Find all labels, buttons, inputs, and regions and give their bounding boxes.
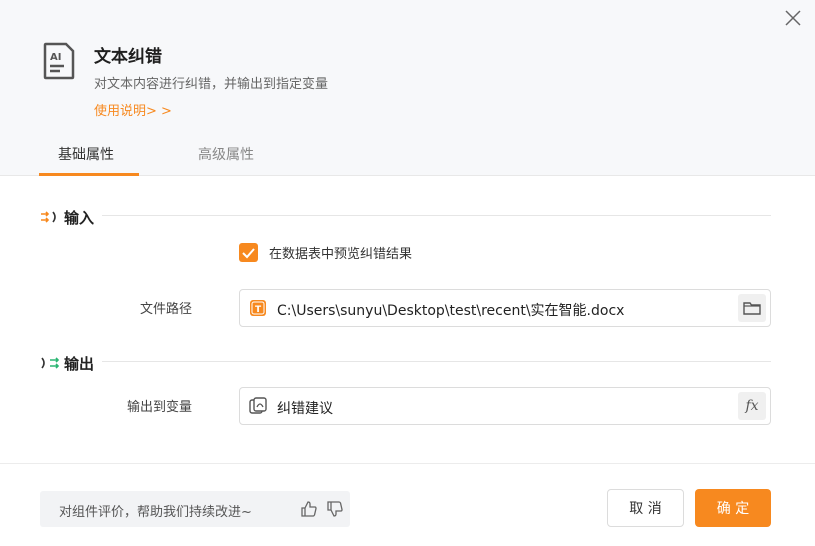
output-section-icon — [41, 357, 60, 369]
input-section-icon — [41, 211, 56, 223]
file-path-value: C:\Users\sunyu\Desktop\test\recent\实在智能.… — [277, 303, 625, 319]
file-path-input[interactable]: T C:\Users\sunyu\Desktop\test\recent\实在智… — [239, 289, 771, 327]
dialog-header: AI 文本纠错 对文本内容进行纠错，并输出到指定变量 使用说明> > 基础属性 … — [0, 0, 815, 176]
input-section-divider — [102, 215, 771, 216]
dialog-title: 文本纠错 — [94, 47, 162, 67]
folder-icon — [743, 302, 761, 315]
browse-folder-button[interactable] — [738, 294, 766, 322]
output-variable-label: 输出到变量 — [126, 400, 192, 415]
variable-icon — [249, 397, 267, 414]
tab-basic[interactable]: 基础属性 — [58, 144, 114, 164]
ai-document-icon: AI — [43, 42, 75, 80]
help-link[interactable]: 使用说明> > — [94, 100, 172, 119]
output-variable-value: 纠错建议 — [277, 401, 333, 417]
preview-checkbox-label: 在数据表中预览纠错结果 — [269, 247, 413, 262]
check-icon — [242, 248, 255, 259]
feedback-text: 对组件评价，帮助我们持续改进~ — [59, 505, 252, 520]
tab-advanced[interactable]: 高级属性 — [198, 144, 254, 164]
footer-divider — [0, 463, 815, 464]
ok-button[interactable]: 确 定 — [695, 489, 771, 527]
word-file-icon: T — [250, 300, 266, 316]
output-section-divider — [102, 361, 771, 362]
tab-active-indicator — [39, 173, 139, 176]
output-section-title: 输出 — [64, 355, 95, 373]
close-icon[interactable] — [783, 8, 803, 28]
thumbs-down-icon[interactable] — [326, 500, 344, 518]
thumbs-up-icon[interactable] — [300, 500, 318, 518]
fx-button[interactable]: fx — [738, 392, 766, 420]
output-variable-input[interactable]: 纠错建议 fx — [239, 387, 771, 425]
preview-checkbox[interactable] — [239, 243, 258, 262]
dialog-description: 对文本内容进行纠错，并输出到指定变量 — [94, 77, 329, 92]
svg-text:AI: AI — [50, 52, 61, 63]
input-section-title: 输入 — [64, 209, 95, 227]
cancel-button[interactable]: 取 消 — [607, 489, 684, 527]
file-path-label: 文件路径 — [139, 302, 192, 317]
feedback-bar: 对组件评价，帮助我们持续改进~ — [40, 491, 350, 527]
svg-text:T: T — [255, 305, 262, 315]
